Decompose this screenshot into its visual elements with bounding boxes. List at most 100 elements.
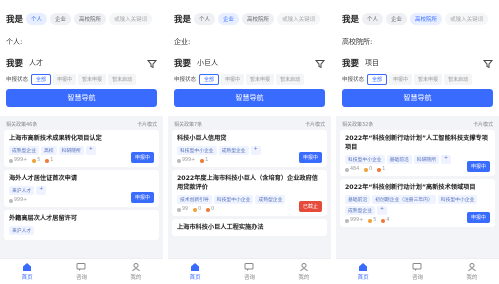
policy-card[interactable]: 海外人才居住证首次申请 来沪人才 +999+ 申报中 [4, 170, 159, 207]
status-option[interactable]: 暂未申报 [414, 73, 443, 85]
tab-home[interactable]: 首页 [190, 262, 201, 281]
eye-icon [9, 198, 13, 203]
policy-card[interactable]: 上海市科技小巨人工程实施办法 [172, 219, 327, 236]
policy-tag: 基础前沿 [386, 155, 412, 164]
policy-title: 科技小巨人信用贷 [177, 135, 227, 142]
want-input[interactable]: 项目 [365, 58, 483, 68]
identity-chip[interactable]: 个人 [26, 13, 48, 25]
who-row: 我是 个人 企业 高校院所 或输入关键词 [174, 12, 325, 26]
tab-home[interactable]: 首页 [358, 262, 369, 281]
want-input[interactable]: 小巨人 [197, 58, 315, 68]
status-row: 申报状态 全部 申报中 暂未申报 暂未启动 [174, 73, 325, 85]
identity-chip[interactable]: 高校院所 [74, 13, 107, 25]
chat-icon [244, 263, 254, 271]
filter-panel: 我是 个人 企业 高校院所 或输入关键词 个人: 我要 人才 申报状态 全部 申报中 暂未申报 暂未启动… [0, 0, 163, 116]
filter-panel: 我是 个人 企业 高校院所 或输入关键词 高校院所: 我要 项目 申报状态 全部 申报中 暂未申报 暂未… [336, 0, 499, 116]
status-badge: 已截止 [298, 201, 322, 212]
chat-icon [412, 263, 422, 271]
tab-home[interactable]: 首页 [22, 262, 33, 281]
results-meta: 相关政策7条 卡片模式 [168, 118, 331, 130]
identity-chip[interactable]: 个人 [194, 13, 216, 25]
status-option[interactable]: 暂未启动 [108, 73, 137, 85]
want-label: 我要 [174, 59, 192, 69]
identity-chip[interactable]: 企业 [50, 13, 72, 25]
policy-tag: 来沪人才 [9, 226, 35, 235]
policy-card[interactable]: 外籍高层次人才居留许可 来沪人才 [4, 210, 159, 240]
policy-tag: 科技型中小企业 [345, 155, 385, 164]
policy-title: 2022年“科技创新行动计划”高新技术领域项目 [345, 184, 476, 191]
tab-label: 咨询 [243, 275, 255, 281]
policy-tag: + [250, 146, 261, 155]
status-badge: 申报中 [298, 152, 322, 163]
identity-chip[interactable]: 高校院所 [242, 13, 275, 25]
policy-tag: 基础前沿 [345, 195, 371, 204]
status-option[interactable]: 申报中 [221, 73, 245, 85]
policy-tag: + [441, 155, 452, 164]
screens-container: 我是 个人 企业 高校院所 或输入关键词 个人: 我要 人才 申报状态 全部 申报中 暂未申报 暂未启动… [0, 0, 499, 284]
filter-icon[interactable] [146, 54, 158, 73]
views-count: 999+ [177, 158, 195, 163]
view-mode-toggle[interactable]: 卡片模式 [137, 121, 157, 128]
policy-tag: 成熟型企业 [9, 146, 39, 155]
filter-icon[interactable] [482, 54, 494, 73]
filter-icon[interactable] [314, 54, 326, 73]
identity-chip[interactable]: 高校院所 [410, 13, 443, 25]
keyword-input[interactable]: 或输入关键词 [445, 13, 489, 25]
policy-card[interactable]: 2022年“科技创新行动计划”人工智能科技支撑专项项目 科技型中小企业 基础前沿 科研… [340, 130, 495, 176]
policy-card[interactable]: 上海市高新技术成果转化项目认定 成熟型企业 高校 科研院所 +999+ 5 1 申报中 [4, 130, 159, 167]
favorite-count: 5 [32, 158, 40, 163]
identity-chip[interactable]: 企业 [386, 13, 408, 25]
keyword-input[interactable]: 或输入关键词 [277, 13, 321, 25]
home-icon [191, 263, 200, 271]
status-option[interactable]: 全部 [367, 73, 388, 85]
policy-card[interactable]: 2022年度上海市科技小巨人（含培育）企业政府信用贷款评价 技术创新引导 科技型中小… [172, 170, 327, 216]
smart-nav-button[interactable]: 智慧导航 [342, 89, 493, 107]
policy-tag: 科技型中小企业 [177, 146, 217, 155]
eye-icon [177, 207, 181, 212]
tab-user[interactable]: 我的 [466, 262, 477, 281]
like-icon [200, 158, 205, 163]
policy-tag: 科研院所 [413, 155, 439, 164]
status-option[interactable]: 暂未申报 [246, 73, 275, 85]
user-icon [131, 263, 140, 272]
status-option[interactable]: 全部 [199, 73, 220, 85]
status-option[interactable]: 申报中 [389, 73, 413, 85]
status-row: 申报状态 全部 申报中 暂未申报 暂未启动 [6, 73, 157, 85]
status-option[interactable]: 申报中 [53, 73, 77, 85]
like-icon [381, 218, 386, 223]
favorite-count: 0 [364, 167, 372, 172]
identity-chip[interactable]: 企业 [218, 13, 240, 25]
status-option[interactable]: 暂未申报 [78, 73, 107, 85]
tab-chat[interactable]: 咨询 [244, 262, 255, 281]
tab-chat[interactable]: 咨询 [76, 262, 87, 281]
smart-nav-button[interactable]: 智慧导航 [174, 89, 325, 107]
status-option[interactable]: 全部 [31, 73, 52, 85]
smart-nav-button[interactable]: 智慧导航 [6, 89, 157, 107]
policy-tag: 技术创新引导 [177, 195, 212, 204]
want-input[interactable]: 人才 [29, 58, 147, 68]
policy-tag: + [36, 186, 47, 195]
view-mode-toggle[interactable]: 卡片模式 [473, 121, 493, 128]
policy-tag: 成熟型企业 [345, 206, 375, 215]
bottom-tab-bar: 首页 咨询 我的 [0, 258, 163, 284]
policy-title: 2022年度上海市科技小巨人（含培育）企业政府信用贷款评价 [177, 175, 318, 191]
tag-list: 来沪人才 [9, 225, 154, 236]
tab-user[interactable]: 我的 [298, 262, 309, 281]
policy-count: 相关政策7条 [174, 121, 203, 128]
status-row: 申报状态 全部 申报中 暂未申报 暂未启动 [342, 73, 493, 85]
policy-card[interactable]: 2022年“科技创新行动计划”高新技术领域项目 基础前沿 初创期企业（注册三年内）科… [340, 179, 495, 227]
policy-count: 相关政策32条 [342, 121, 374, 128]
identity-chip[interactable]: 个人 [362, 13, 384, 25]
tab-user[interactable]: 我的 [130, 262, 141, 281]
policy-tag: + [85, 146, 96, 155]
favorite-count: 5 [368, 218, 376, 223]
status-option[interactable]: 暂未启动 [444, 73, 473, 85]
tab-chat[interactable]: 咨询 [412, 262, 423, 281]
user-icon [467, 263, 476, 272]
keyword-input[interactable]: 或输入关键词 [109, 13, 153, 25]
status-badge: 申报中 [466, 161, 490, 172]
chat-icon [76, 263, 86, 271]
policy-card[interactable]: 科技小巨人信用贷 科技型中小企业 成熟型企业 +999+ 1 申报中 [172, 130, 327, 167]
view-mode-toggle[interactable]: 卡片模式 [305, 121, 325, 128]
status-option[interactable]: 暂未启动 [276, 73, 305, 85]
